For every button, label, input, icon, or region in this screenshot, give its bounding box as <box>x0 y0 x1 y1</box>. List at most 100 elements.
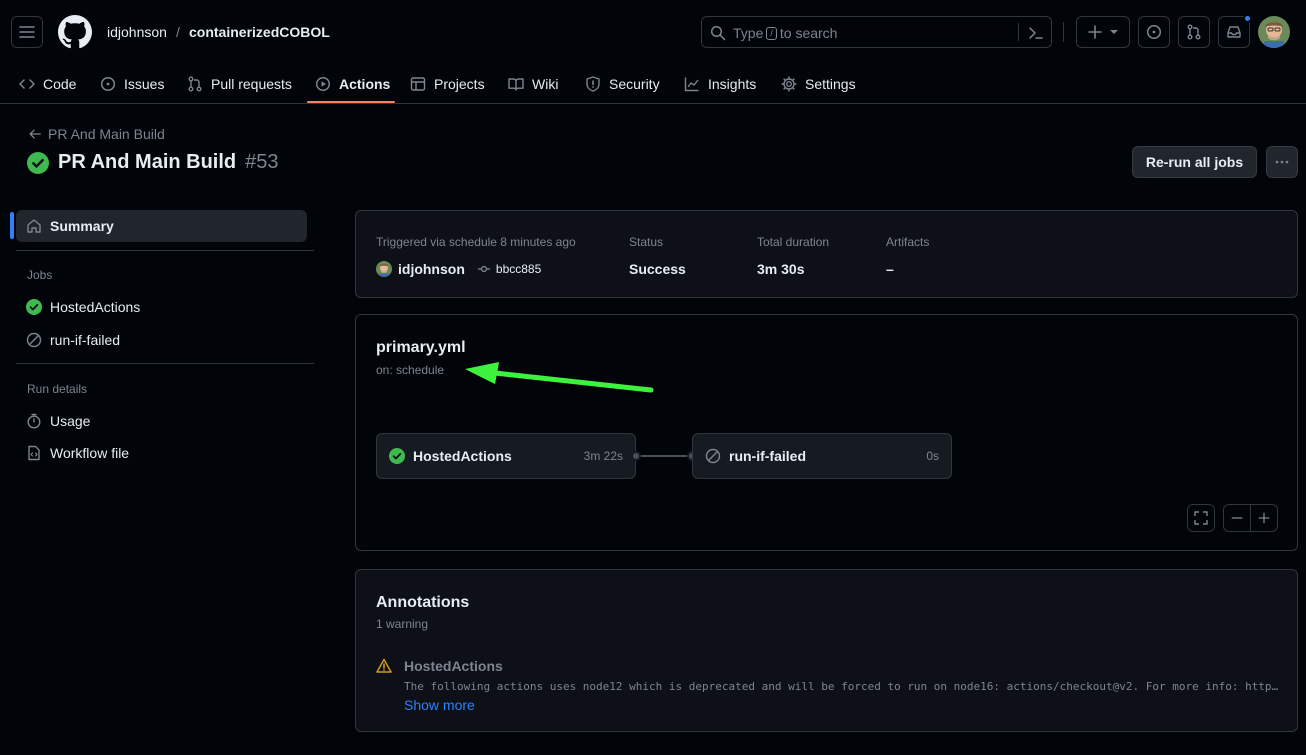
sidebar-summary-label: Summary <box>50 218 114 234</box>
workflow-file-name: primary.yml <box>376 339 466 356</box>
tab-actions[interactable]: Actions <box>315 64 390 104</box>
sidebar-divider <box>16 363 314 364</box>
more-options-button[interactable] <box>1266 146 1298 178</box>
avatar-image-icon <box>376 261 392 277</box>
tab-wiki-label: Wiki <box>532 76 559 92</box>
gear-icon <box>781 76 797 92</box>
kebab-horizontal-icon <box>1275 160 1289 164</box>
commit-sha-label: bbcc885 <box>495 262 542 276</box>
dash-icon <box>1231 517 1243 519</box>
sidebar-item-summary[interactable]: Summary <box>16 210 307 242</box>
workflow-graph-panel: primary.yml on: schedule HostedActions 3… <box>355 314 1298 551</box>
sidebar-job-hostedactions[interactable]: HostedActions <box>26 297 140 317</box>
tab-actions-label: Actions <box>339 76 391 92</box>
sidebar-usage-label: Usage <box>50 413 91 429</box>
sidebar-job-label: HostedActions <box>50 299 141 315</box>
graph-job-time: 3m 22s <box>583 449 623 463</box>
breadcrumb-repo[interactable]: containerizedCOBOL <box>189 24 330 40</box>
issue-opened-icon <box>1146 24 1162 40</box>
tab-projects[interactable]: Projects <box>410 64 485 104</box>
search-input[interactable]: Type / to search <box>701 16 1052 48</box>
tab-insights-label: Insights <box>708 76 757 92</box>
duration-label: Total duration <box>757 235 830 249</box>
tab-insights[interactable]: Insights <box>684 64 756 104</box>
annotation-job-link[interactable]: HostedActions <box>404 658 503 674</box>
summary-trigger: Triggered via schedule 8 minutes ago idj… <box>376 235 576 279</box>
avatar-image-icon <box>1258 16 1290 48</box>
summary-status: Status Success <box>629 235 686 279</box>
status-label: Status <box>629 235 664 249</box>
check-circle-fill-icon <box>27 151 49 174</box>
search-placeholder: Type / to search <box>733 25 837 41</box>
skip-icon <box>26 332 42 348</box>
tab-code[interactable]: Code <box>19 64 76 104</box>
show-more-link[interactable]: Show more <box>404 697 475 713</box>
breadcrumb-separator: / <box>176 24 180 40</box>
breadcrumb-owner[interactable]: idjohnson <box>107 24 167 40</box>
actor-avatar[interactable] <box>376 261 392 277</box>
tab-security-label: Security <box>609 76 660 92</box>
tab-pull-requests[interactable]: Pull requests <box>187 64 292 104</box>
code-icon <box>19 79 35 89</box>
tab-settings[interactable]: Settings <box>781 64 856 104</box>
issues-button[interactable] <box>1138 16 1170 48</box>
workflow-trigger: on: schedule <box>376 363 445 377</box>
annotations-panel: Annotations 1 warning HostedActions The … <box>355 569 1298 732</box>
skip-icon <box>705 448 721 464</box>
zoom-in-button[interactable] <box>1250 504 1278 532</box>
graph-job-run-if-failed[interactable]: run-if-failed 0s <box>692 433 952 479</box>
play-icon <box>315 76 331 92</box>
sidebar-item-workflow-file[interactable]: Workflow file <box>26 443 129 463</box>
actor-link[interactable]: idjohnson <box>398 261 465 277</box>
summary-duration: Total duration 3m 30s <box>757 235 829 279</box>
sidebar-job-run-if-failed[interactable]: run-if-failed <box>26 330 120 350</box>
create-new-button[interactable] <box>1076 16 1130 48</box>
tab-security[interactable]: Security <box>585 64 660 104</box>
pull-requests-button[interactable] <box>1178 16 1210 48</box>
user-avatar[interactable] <box>1258 16 1290 48</box>
tab-issues-label: Issues <box>124 76 165 92</box>
commit-sha[interactable]: bbcc885 <box>477 262 541 276</box>
rerun-all-jobs-button[interactable]: Re-run all jobs <box>1132 146 1257 178</box>
duration-value: 3m 30s <box>757 261 805 277</box>
back-link-label: PR And Main Build <box>48 126 165 142</box>
zoom-out-button[interactable] <box>1223 504 1251 532</box>
summary-artifacts: Artifacts – <box>886 235 929 279</box>
repo-tabs: Code Issues Pull requests Actions Projec… <box>0 64 1306 104</box>
tab-projects-label: Projects <box>434 76 485 92</box>
graph-job-hostedactions[interactable]: HostedActions 3m 22s <box>376 433 636 479</box>
menu-button[interactable] <box>11 16 43 48</box>
tab-issues[interactable]: Issues <box>100 64 164 104</box>
artifacts-value: – <box>886 261 894 277</box>
table-icon <box>410 77 426 91</box>
graph-job-name: run-if-failed <box>729 448 806 464</box>
sidebar-active-indicator <box>10 212 14 239</box>
triangle-down-icon <box>1110 30 1118 34</box>
tab-wiki[interactable]: Wiki <box>508 64 558 104</box>
check-circle-fill-icon <box>389 448 405 464</box>
home-icon <box>27 219 41 233</box>
highlight-arrow-icon <box>465 362 654 393</box>
fullscreen-button[interactable] <box>1187 504 1215 532</box>
search-suffix: to search <box>779 25 838 41</box>
notification-indicator <box>1243 14 1252 23</box>
search-divider <box>1018 23 1019 41</box>
file-code-icon <box>28 445 40 461</box>
annotation-message: The following actions uses node12 which … <box>404 680 1279 693</box>
alert-icon <box>376 658 392 673</box>
graph-job-time: 0s <box>926 449 939 463</box>
sidebar-workflow-file-label: Workflow file <box>50 445 130 461</box>
sidebar-item-usage[interactable]: Usage <box>26 411 90 431</box>
back-to-workflow-link[interactable]: PR And Main Build <box>28 126 165 142</box>
global-header: idjohnson / containerizedCOBOL Type / to… <box>0 0 1306 104</box>
summary-trigger-value: idjohnson bbcc885 <box>376 259 576 279</box>
screen-full-icon <box>1194 511 1208 525</box>
command-palette-icon[interactable] <box>1028 25 1044 41</box>
github-logo[interactable] <box>58 15 92 49</box>
git-commit-icon <box>477 265 491 273</box>
header-divider <box>1063 22 1064 42</box>
book-icon <box>508 78 524 91</box>
annotations-title: Annotations <box>376 594 470 611</box>
tab-code-label: Code <box>43 76 77 92</box>
run-summary-panel: Triggered via schedule 8 minutes ago idj… <box>355 210 1298 298</box>
